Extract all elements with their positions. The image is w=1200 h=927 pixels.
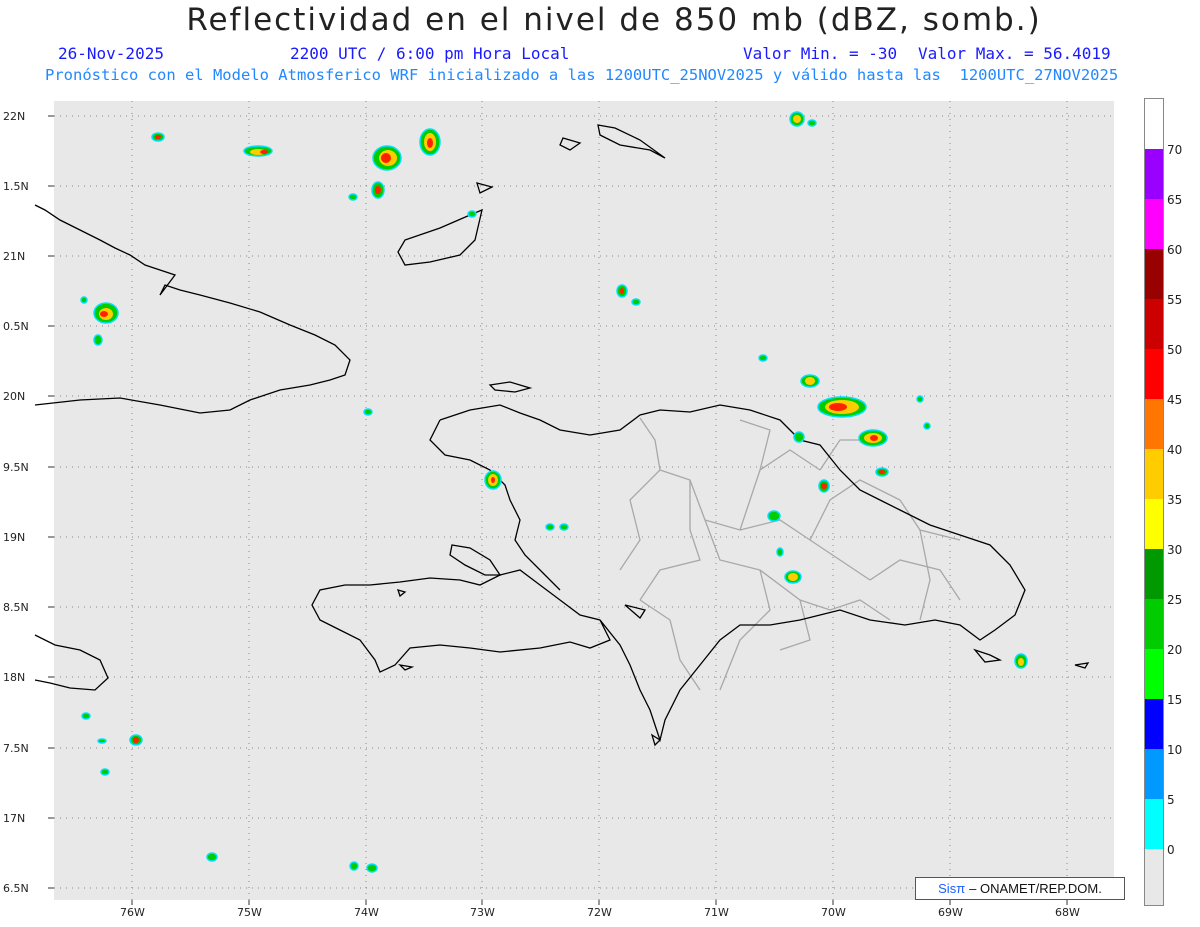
colorbar-segment: [1145, 499, 1163, 549]
lat-label: 0.5N: [3, 320, 29, 333]
latitude-labels: 22N 1.5N 21N 0.5N 20N 9.5N 19N 8.5N 18N …: [3, 110, 29, 895]
colorbar-segment: [1145, 599, 1163, 649]
lat-label: 9.5N: [3, 461, 29, 474]
colorbar-label: 50: [1167, 343, 1183, 357]
colorbar-label: 25: [1167, 593, 1183, 607]
colorbar-label: 45: [1167, 393, 1183, 407]
colorbar: [1144, 98, 1164, 906]
colorbar-segment: [1145, 99, 1163, 149]
lat-label: 21N: [3, 250, 25, 263]
colorbar-label: 40: [1167, 443, 1183, 457]
reflectivity-map: 22N 1.5N 21N 0.5N 20N 9.5N 19N 8.5N 18N …: [3, 101, 1114, 919]
lat-label: 17N: [3, 812, 25, 825]
colorbar-segment: [1145, 699, 1163, 749]
lon-label: 71W: [704, 906, 729, 919]
colorbar-segment: [1145, 749, 1163, 799]
lon-label: 68W: [1055, 906, 1080, 919]
lon-label: 75W: [237, 906, 262, 919]
lat-label: 20N: [3, 390, 25, 403]
lat-label: 8.5N: [3, 601, 29, 614]
colorbar-segment: [1145, 149, 1163, 199]
colorbar-label: 70: [1167, 143, 1183, 157]
colorbar-label: 30: [1167, 543, 1183, 557]
colorbar-segment: [1145, 199, 1163, 249]
credit-text: – ONAMET/REP.DOM.: [969, 881, 1102, 896]
map-background: [54, 101, 1114, 900]
lat-label: 6.5N: [3, 882, 29, 895]
colorbar-segment: [1145, 799, 1163, 849]
colorbar-segment: [1145, 399, 1163, 449]
colorbar-segment: [1145, 349, 1163, 399]
colorbar-label: 10: [1167, 743, 1183, 757]
lat-label: 7.5N: [3, 742, 29, 755]
credit-box: Sisπ – ONAMET/REP.DOM.: [915, 877, 1125, 900]
colorbar-label: 0: [1167, 843, 1175, 857]
lon-label: 76W: [120, 906, 145, 919]
colorbar-segment: [1145, 299, 1163, 349]
colorbar-label: 60: [1167, 243, 1183, 257]
colorbar-label: 65: [1167, 193, 1183, 207]
lon-label: 70W: [821, 906, 846, 919]
colorbar-segment: [1145, 249, 1163, 299]
lon-label: 69W: [938, 906, 963, 919]
colorbar-label: 20: [1167, 643, 1183, 657]
lat-label: 18N: [3, 671, 25, 684]
colorbar-segment: [1145, 849, 1163, 905]
lat-label: 22N: [3, 110, 25, 123]
longitude-labels: 76W 75W 74W 73W 72W 71W 70W 69W 68W: [120, 906, 1080, 919]
lon-label: 72W: [587, 906, 612, 919]
colorbar-label: 5: [1167, 793, 1175, 807]
lat-label: 1.5N: [3, 180, 29, 193]
colorbar-label: 35: [1167, 493, 1183, 507]
lon-label: 74W: [354, 906, 379, 919]
lat-label: 19N: [3, 531, 25, 544]
sis-logo-text: Sisπ: [938, 881, 966, 896]
colorbar-label: 15: [1167, 693, 1183, 707]
colorbar-segment: [1145, 549, 1163, 599]
colorbar-label: 55: [1167, 293, 1183, 307]
lon-label: 73W: [470, 906, 495, 919]
colorbar-segment: [1145, 449, 1163, 499]
colorbar-segment: [1145, 649, 1163, 699]
